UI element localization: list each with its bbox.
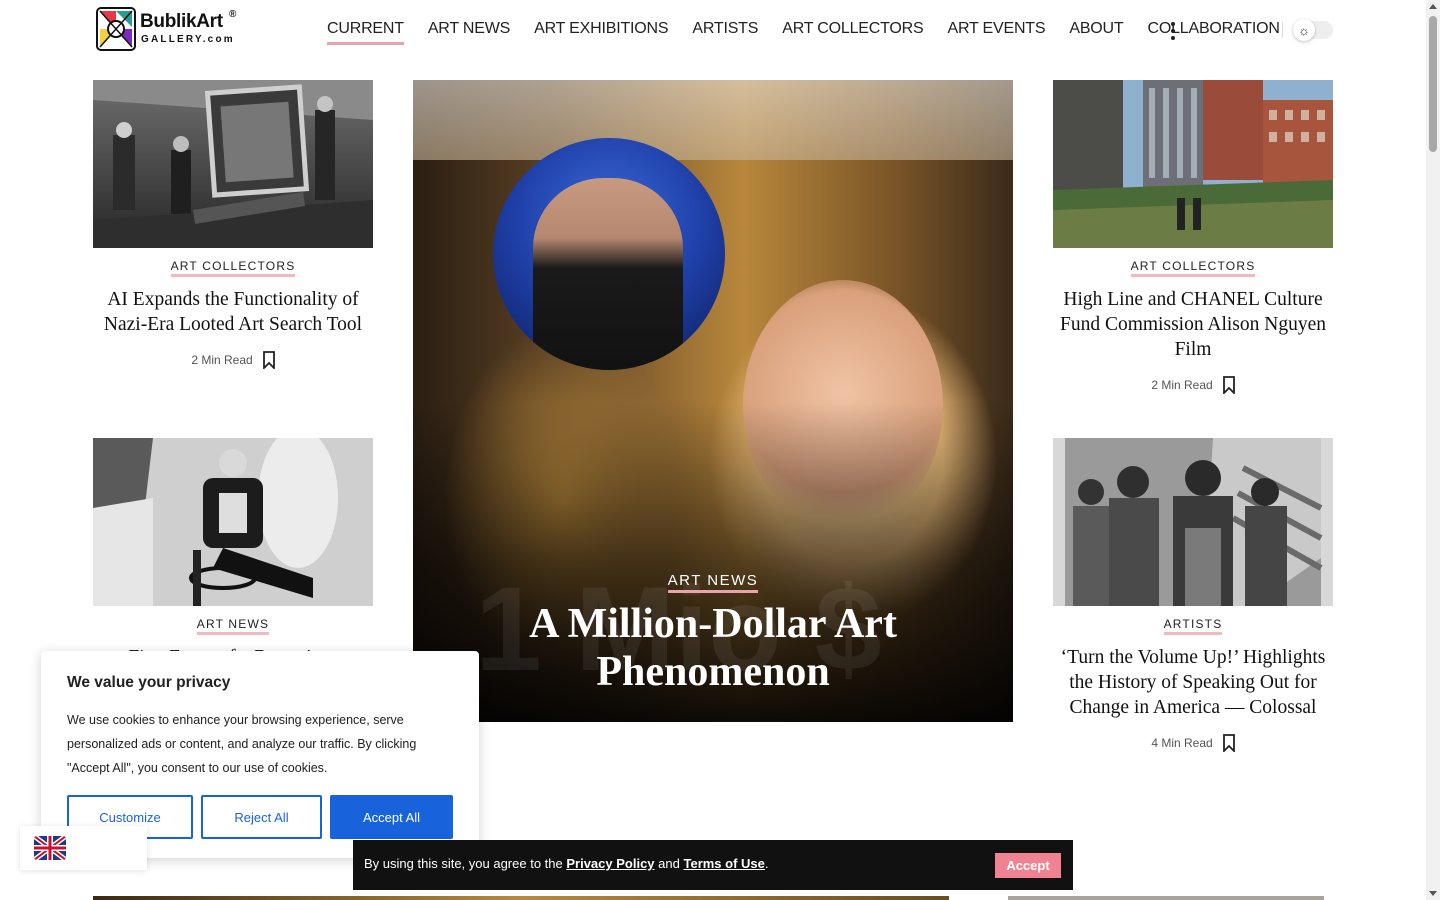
card-category[interactable]: ART NEWS xyxy=(196,618,270,635)
hero-category[interactable]: ART NEWS xyxy=(667,572,759,593)
card-category[interactable]: ART COLLECTORS xyxy=(1130,260,1256,277)
terms-suffix: . xyxy=(764,856,769,871)
card-meta: 2 Min Read xyxy=(93,351,373,369)
privacy-policy-link[interactable]: Privacy Policy xyxy=(566,856,654,871)
header-divider xyxy=(1282,22,1283,38)
accept-all-button[interactable]: Accept All xyxy=(330,795,453,839)
main-nav: CURRENT ART NEWS ART EXHIBITIONS ARTISTS… xyxy=(327,18,1280,45)
read-time: 2 Min Read xyxy=(1151,378,1213,392)
nav-item-current[interactable]: CURRENT xyxy=(327,18,404,45)
nav-item-art-exhibitions[interactable]: ART EXHIBITIONS xyxy=(534,18,668,42)
read-time: 4 Min Read xyxy=(1151,736,1213,750)
theme-toggle[interactable]: ☼ xyxy=(1293,19,1333,41)
brand-reg: ® xyxy=(229,9,237,20)
language-switcher[interactable] xyxy=(20,826,147,870)
page-scrollbar[interactable] xyxy=(1426,0,1440,900)
terms-of-use-link[interactable]: Terms of Use xyxy=(683,856,764,871)
scroll-down-arrow-icon[interactable] xyxy=(1429,891,1437,896)
hero-feature[interactable]: 1 Mio $ ART NEWS A Million-Dollar Art Ph… xyxy=(413,80,1013,722)
nav-item-art-collectors[interactable]: ART COLLECTORS xyxy=(782,18,923,42)
reject-all-button[interactable]: Reject All xyxy=(201,795,322,839)
card-category[interactable]: ARTISTS xyxy=(1163,618,1223,635)
article-image[interactable] xyxy=(1053,80,1333,248)
nav-item-art-news[interactable]: ART NEWS xyxy=(428,18,510,42)
card-meta: 2 Min Read xyxy=(1053,376,1333,394)
nav-item-about[interactable]: ABOUT xyxy=(1069,18,1123,42)
article-image[interactable] xyxy=(93,438,373,606)
brand-name: BublikArt xyxy=(140,11,223,32)
next-row-image xyxy=(93,896,949,900)
site-header: BublikArt ® GALLERY.com CURRENT ART NEWS… xyxy=(0,0,1440,60)
card-title[interactable]: ‘Turn the Volume Up!’ Highlights the His… xyxy=(1053,645,1333,720)
card-category[interactable]: ART COLLECTORS xyxy=(170,260,296,277)
brand-sub: GALLERY.com xyxy=(141,34,235,45)
article-card-looted-art[interactable]: ART COLLECTORS AI Expands the Functional… xyxy=(93,80,373,369)
card-meta: 4 Min Read xyxy=(1053,734,1333,752)
article-image[interactable] xyxy=(93,80,373,248)
uk-flag-icon xyxy=(34,836,66,860)
bookmark-icon[interactable] xyxy=(1222,734,1235,752)
terms-accept-button[interactable]: Accept xyxy=(995,853,1061,878)
terms-bar: By using this site, you agree to the Pri… xyxy=(353,840,1073,890)
card-title[interactable]: High Line and CHANEL Culture Fund Commis… xyxy=(1053,287,1333,362)
more-vertical-icon[interactable] xyxy=(1168,20,1178,42)
site-logo[interactable]: BublikArt ® GALLERY.com xyxy=(96,7,240,53)
hero-inset-portrait xyxy=(493,138,725,370)
nav-item-artists[interactable]: ARTISTS xyxy=(692,18,758,42)
hero-title[interactable]: A Million-Dollar Art Phenomenon xyxy=(433,600,993,696)
terms-and: and xyxy=(658,856,680,871)
bookmark-icon[interactable] xyxy=(1222,376,1235,394)
article-card-high-line[interactable]: ART COLLECTORS High Line and CHANEL Cult… xyxy=(1053,80,1333,394)
scroll-thumb[interactable] xyxy=(1429,16,1437,152)
scroll-up-arrow-icon[interactable] xyxy=(1429,4,1437,9)
cookie-description: We use cookies to enhance your browsing … xyxy=(67,713,417,775)
article-card-turn-volume-up[interactable]: ARTISTS ‘Turn the Volume Up!’ Highlights… xyxy=(1053,438,1333,752)
sun-icon: ☼ xyxy=(1293,19,1315,41)
terms-prefix: By using this site, you agree to the xyxy=(364,856,563,871)
card-title[interactable]: AI Expands the Functionality of Nazi-Era… xyxy=(93,287,373,337)
cookie-title: We value your privacy xyxy=(67,674,231,691)
article-image[interactable] xyxy=(1053,438,1333,606)
logo-mark-icon xyxy=(96,7,136,51)
nav-item-art-events[interactable]: ART EVENTS xyxy=(947,18,1045,42)
read-time: 2 Min Read xyxy=(191,353,253,367)
terms-text: By using this site, you agree to the Pri… xyxy=(364,856,769,871)
next-row-image xyxy=(1008,896,1324,900)
bookmark-icon[interactable] xyxy=(262,351,275,369)
article-card-botero[interactable]: ART NEWS First Exam of a Botero's ... xyxy=(93,438,373,670)
